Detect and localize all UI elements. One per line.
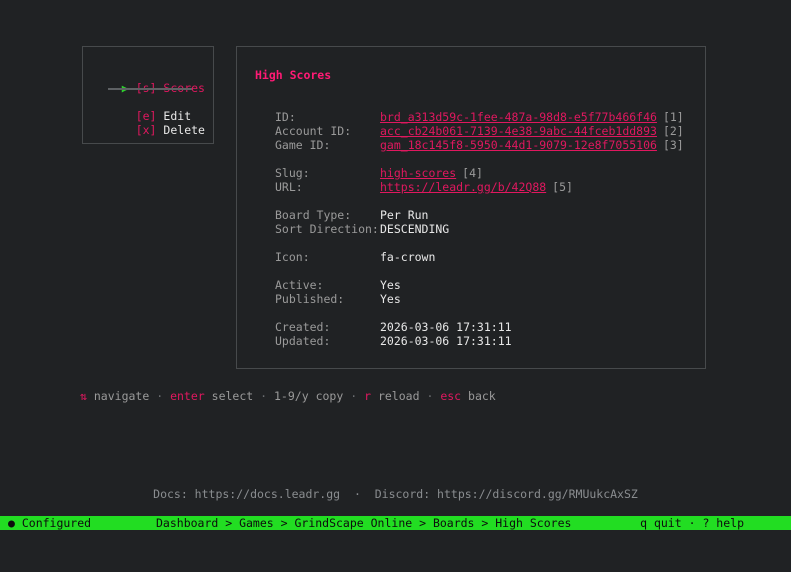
field-label: Icon:: [275, 250, 310, 264]
field-label: URL:: [275, 180, 303, 194]
copy-ref: [3]: [662, 138, 684, 152]
help-shortcut[interactable]: ? help: [702, 516, 744, 530]
field-label: Published:: [275, 292, 345, 306]
panel-title: High Scores: [255, 68, 332, 82]
field-label: Board Type:: [275, 208, 352, 222]
field-label: Created:: [275, 320, 331, 334]
field-value: 2026-03-06 17:31:11: [380, 334, 512, 348]
field-label: Account ID:: [275, 124, 352, 138]
account-id-link[interactable]: acc_cb24b061-7139-4e38-9abc-44fceb1dd893: [380, 124, 657, 138]
field-label: Active:: [275, 278, 324, 292]
status-indicator: ● Configured: [8, 516, 92, 530]
field-label: Game ID:: [275, 138, 331, 152]
back-key: esc: [440, 389, 462, 403]
field-value: fa-crown: [380, 250, 436, 264]
reload-key: r: [364, 389, 372, 403]
id-link[interactable]: brd_a313d59c-1fee-487a-98d8-e5f77b466f46: [380, 110, 657, 124]
back-label: back: [468, 389, 496, 403]
menu-item-key: [x]: [135, 123, 157, 137]
separator: ·: [350, 389, 358, 403]
board-detail-panel: High Scores ID: brd_a313d59c-1fee-487a-9…: [236, 46, 706, 369]
navigate-arrows-icon: ⇅: [80, 389, 87, 403]
menu-divider: [108, 88, 192, 90]
field-value: Per Run: [380, 208, 429, 222]
separator: ·: [353, 487, 361, 501]
copy-ref: [4]: [462, 166, 483, 180]
menu-item-delete[interactable]: [x] Delete: [108, 109, 205, 151]
field-label: ID:: [275, 110, 296, 124]
slug-link[interactable]: high-scores: [380, 166, 456, 180]
field-value: Yes: [380, 278, 401, 292]
field-label: Updated:: [275, 334, 331, 348]
game-id-link[interactable]: gam_18c145f8-5950-44d1-9079-12e8f7055106: [380, 138, 657, 152]
separator: ·: [156, 389, 164, 403]
copy-key: 1-9/y: [274, 389, 309, 403]
field-label: Slug:: [275, 166, 310, 180]
field-value: 2026-03-06 17:31:11: [380, 320, 512, 334]
separator: ·: [426, 389, 434, 403]
field-value: Yes: [380, 292, 401, 306]
copy-label: copy: [315, 389, 344, 403]
navigate-label: navigate: [93, 389, 150, 403]
docs-link[interactable]: Docs: https://docs.leadr.gg: [153, 487, 340, 501]
breadcrumb: Dashboard > Games > GrindScape Online > …: [156, 516, 572, 530]
url-link[interactable]: https://leadr.gg/b/42Q88: [380, 180, 546, 194]
status-shortcuts: q quit · ? help: [640, 516, 744, 530]
keybinding-help: ⇅ navigate · enter select · 1-9/y copy ·…: [80, 389, 496, 403]
select-label: select: [211, 389, 254, 403]
field-updated: Updated: 2026-03-06 17:31:11: [275, 334, 512, 390]
separator: ·: [688, 516, 696, 530]
field-value: DESCENDING: [380, 222, 450, 236]
copy-ref: [2]: [662, 124, 684, 138]
copy-ref: [5]: [552, 180, 573, 194]
status-bar: ● Configured Dashboard > Games > GrindSc…: [0, 516, 791, 530]
reload-label: reload: [377, 389, 420, 403]
separator: ·: [260, 389, 268, 403]
field-label: Sort Direction:: [275, 222, 379, 236]
menu-item-label: Delete: [163, 123, 205, 137]
footer-links: Docs: https://docs.leadr.gg · Discord: h…: [0, 487, 791, 501]
quit-shortcut[interactable]: q quit: [640, 516, 682, 530]
copy-ref: [1]: [662, 110, 684, 124]
action-menu: ▶ [s] Scores [e] Edit [x] Delete: [82, 46, 214, 144]
enter-key: enter: [170, 389, 205, 403]
discord-link[interactable]: Discord: https://discord.gg/RMUukcAxSZ: [375, 487, 638, 501]
